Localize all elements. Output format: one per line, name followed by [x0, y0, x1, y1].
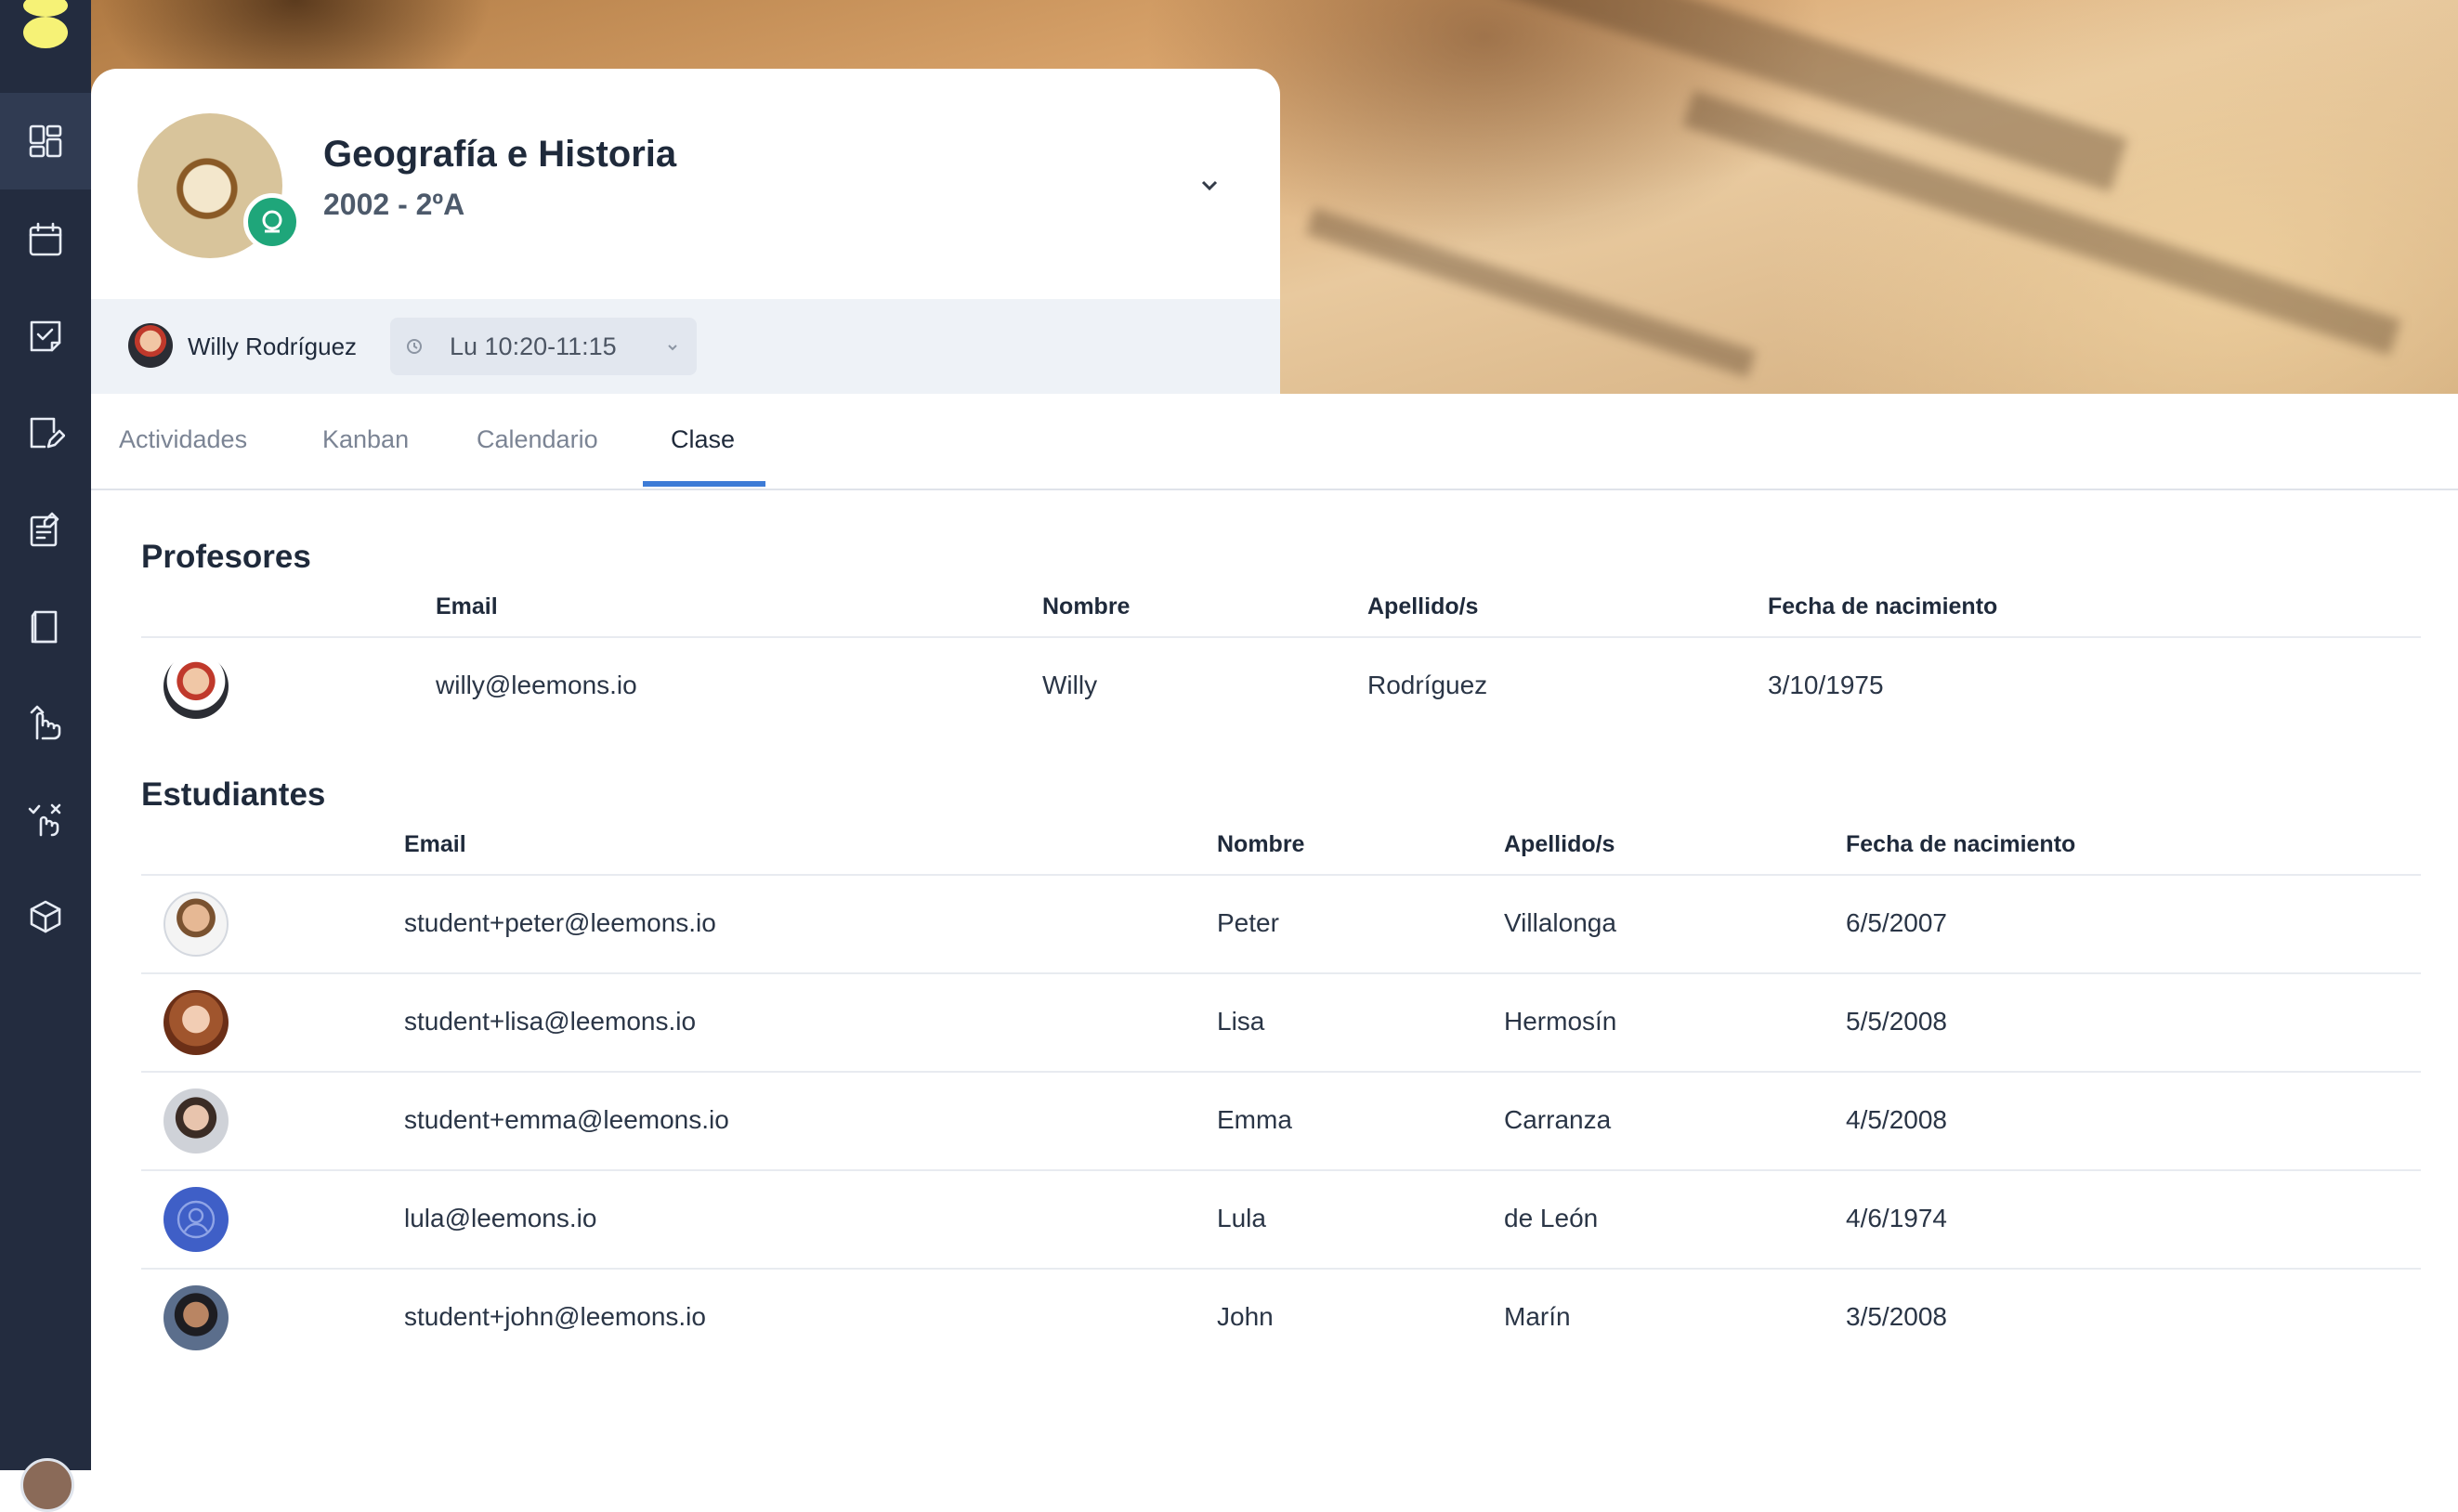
- sidebar: [0, 0, 91, 1512]
- student-birthdate: 4/5/2008: [1846, 1105, 1947, 1134]
- divider: [141, 874, 2421, 876]
- divider: [141, 1169, 2421, 1171]
- sidebar-item-tasks[interactable]: [0, 288, 91, 385]
- clock-icon: [405, 337, 424, 356]
- user-avatar[interactable]: [20, 1458, 74, 1512]
- student-email: student+peter@leemons.io: [404, 908, 716, 937]
- students-col-birth: Fecha de nacimiento: [1846, 831, 2076, 857]
- schedule-select[interactable]: Lu 10:20-11:15: [390, 318, 697, 375]
- student-surname: Hermosín: [1504, 1007, 1617, 1036]
- teacher-avatar: [128, 323, 173, 368]
- book-icon: [31, 610, 58, 644]
- student-avatar: [163, 892, 229, 957]
- user-icon: [177, 1200, 216, 1239]
- teachers-col-surname: Apellido/s: [1367, 593, 1479, 619]
- class-selector-toggle[interactable]: [1195, 171, 1224, 201]
- students-col-surname: Apellido/s: [1504, 831, 1615, 857]
- class-title: Geografía e Historia: [323, 134, 677, 175]
- teacher-row-avatar: [163, 654, 229, 719]
- divider: [141, 1071, 2421, 1073]
- package-icon: [30, 900, 61, 933]
- evaluation-icon: [28, 803, 61, 837]
- student-name: Lula: [1217, 1204, 1266, 1232]
- edit-document-icon: [30, 417, 65, 449]
- student-avatar: [163, 1187, 229, 1252]
- class-subtitle: 2002 - 2ºA: [323, 188, 465, 221]
- student-email: student+lisa@leemons.io: [404, 1007, 697, 1036]
- students-section-title: Estudiantes: [141, 776, 326, 813]
- student-surname: Villalonga: [1504, 908, 1616, 937]
- divider: [141, 972, 2421, 974]
- sidebar-item-modules[interactable]: [0, 867, 91, 964]
- teachers-section-title: Profesores: [141, 539, 311, 575]
- active-tab-indicator: [643, 481, 765, 487]
- student-name: Peter: [1217, 908, 1279, 937]
- student-avatar: [163, 990, 229, 1055]
- sidebar-item-library[interactable]: [0, 578, 91, 674]
- calendar-icon: [29, 222, 62, 256]
- student-email: student+john@leemons.io: [404, 1302, 706, 1331]
- class-header-card: Geografía e Historia 2002 - 2ºA Willy Ro…: [91, 69, 1280, 394]
- student-surname: Carranza: [1504, 1105, 1612, 1134]
- schedule-value: Lu 10:20-11:15: [450, 332, 617, 360]
- globe-icon: [243, 193, 301, 251]
- hand-pointer-icon: [30, 705, 61, 740]
- dashboard-icon: [29, 124, 62, 158]
- teacher-first-name: Willy: [1042, 671, 1098, 699]
- divider: [141, 636, 2421, 638]
- student-name: John: [1217, 1302, 1274, 1331]
- sidebar-item-curriculum[interactable]: [0, 674, 91, 771]
- teachers-col-name: Nombre: [1042, 593, 1131, 619]
- sidebar-item-assignments[interactable]: [0, 481, 91, 578]
- class-info-bar: Willy Rodríguez Lu 10:20-11:15: [91, 299, 1280, 394]
- class-tabs: Actividades Kanban Calendario Clase: [91, 394, 2458, 490]
- student-surname: Marín: [1504, 1302, 1571, 1331]
- student-name: Emma: [1217, 1105, 1292, 1134]
- sidebar-item-evaluation[interactable]: [0, 771, 91, 867]
- teacher-name: Willy Rodríguez: [188, 332, 358, 360]
- student-birthdate: 5/5/2008: [1846, 1007, 1947, 1036]
- student-birthdate: 4/6/1974: [1846, 1204, 1947, 1232]
- tab-actividades[interactable]: Actividades: [119, 425, 247, 454]
- student-birthdate: 3/5/2008: [1846, 1302, 1947, 1331]
- student-avatar: [163, 1088, 229, 1154]
- sidebar-item-notes[interactable]: [0, 385, 91, 481]
- students-col-name: Nombre: [1217, 831, 1305, 857]
- tab-kanban[interactable]: Kanban: [322, 425, 409, 454]
- student-name: Lisa: [1217, 1007, 1265, 1036]
- student-email: student+emma@leemons.io: [404, 1105, 729, 1134]
- teacher-email: willy@leemons.io: [436, 671, 637, 699]
- teachers-col-email: Email: [436, 593, 498, 619]
- tab-calendario[interactable]: Calendario: [477, 425, 598, 454]
- chevron-down-icon: [1201, 180, 1218, 191]
- student-birthdate: 6/5/2007: [1846, 908, 1947, 937]
- assignment-icon: [30, 512, 59, 547]
- student-email: lula@leemons.io: [404, 1204, 597, 1232]
- student-surname: de León: [1504, 1204, 1599, 1232]
- sidebar-item-dashboard[interactable]: [0, 93, 91, 189]
- chevron-down-icon: [665, 340, 680, 355]
- app-logo[interactable]: [23, 0, 68, 52]
- teachers-col-birth: Fecha de nacimiento: [1768, 593, 1998, 619]
- student-avatar: [163, 1285, 229, 1350]
- students-col-email: Email: [404, 831, 466, 857]
- teacher-birthdate: 3/10/1975: [1768, 671, 1884, 699]
- sidebar-item-calendar[interactable]: [0, 191, 91, 288]
- tab-clase[interactable]: Clase: [671, 425, 735, 454]
- teacher-surname: Rodríguez: [1367, 671, 1488, 699]
- task-check-icon: [30, 320, 61, 352]
- divider: [141, 1268, 2421, 1270]
